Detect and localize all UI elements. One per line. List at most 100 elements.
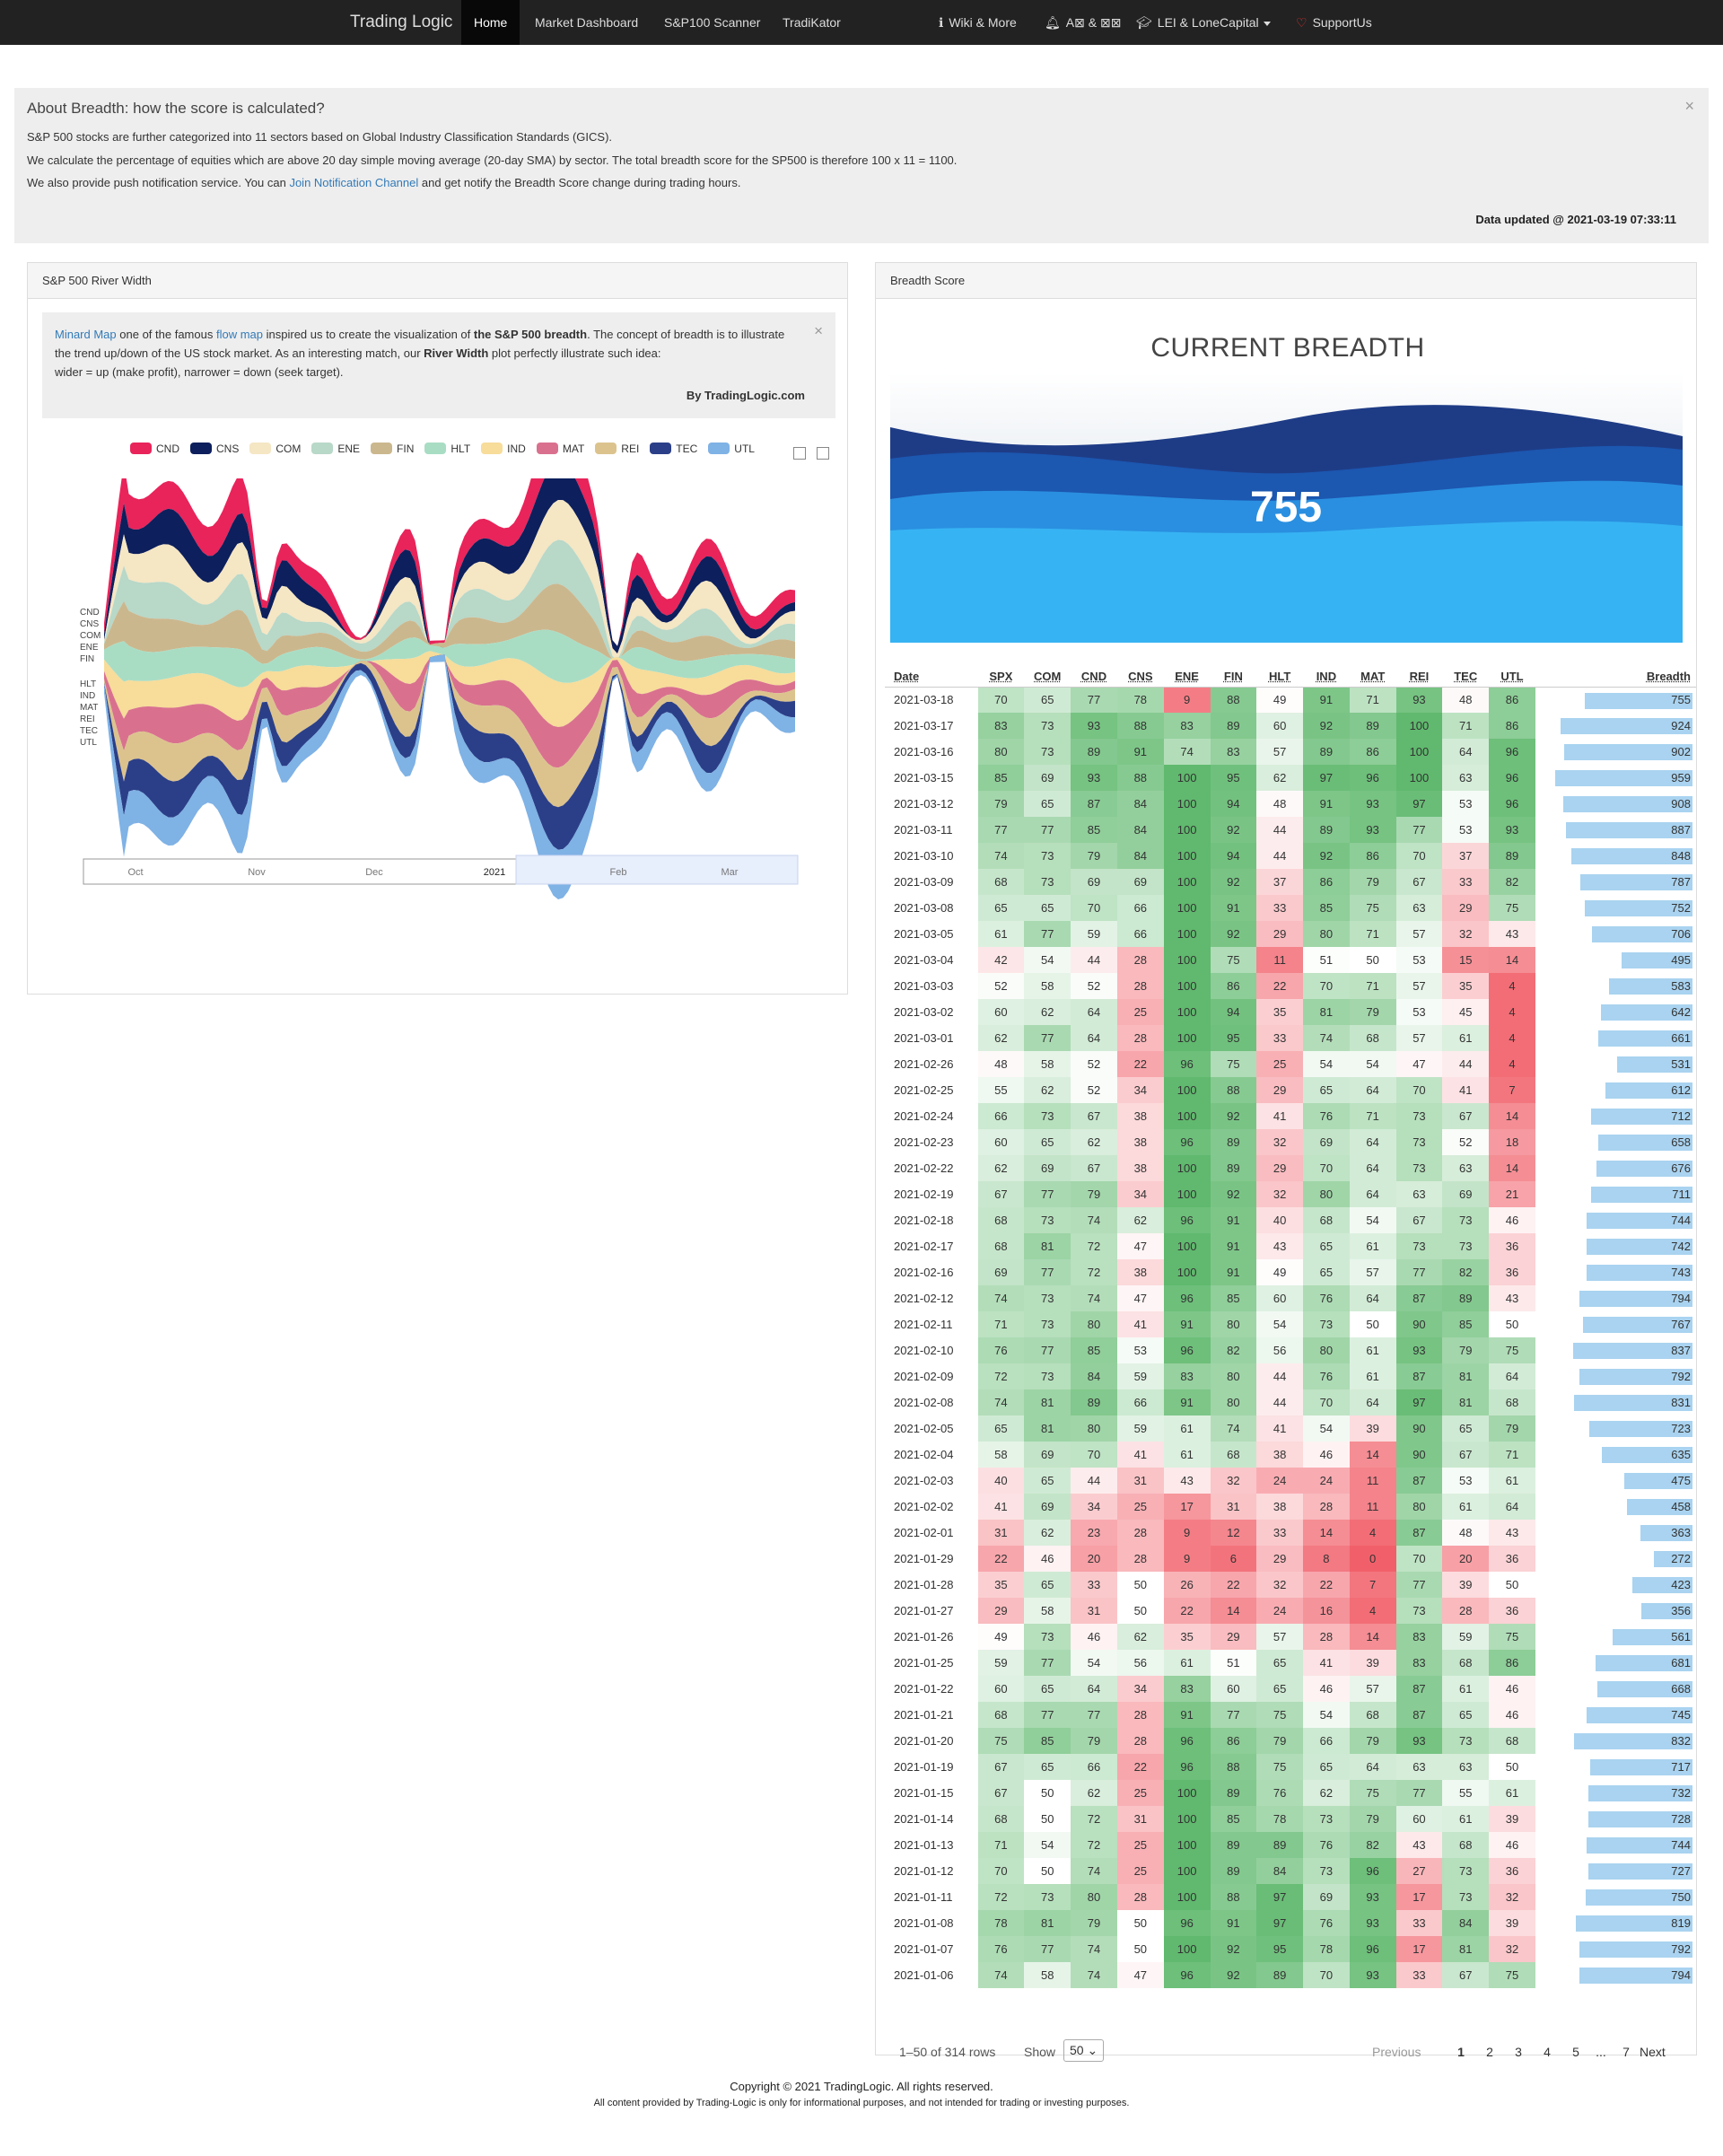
cell-cnd: 80 bbox=[1071, 1311, 1117, 1337]
cell-cns: 50 bbox=[1116, 1598, 1164, 1624]
column-header-rei[interactable]: REI bbox=[1395, 667, 1443, 688]
river-side-label: COM bbox=[80, 631, 101, 641]
legend-item-utl[interactable]: UTL bbox=[708, 443, 755, 455]
restore-icon[interactable] bbox=[793, 447, 806, 460]
minard-map-link[interactable]: Minard Map bbox=[55, 328, 117, 341]
cell-ene: 100 bbox=[1163, 869, 1211, 895]
cell-mat: 79 bbox=[1349, 1806, 1396, 1832]
column-header-cns[interactable]: CNS bbox=[1116, 667, 1164, 688]
pager-page[interactable]: 7 bbox=[1612, 2045, 1640, 2059]
column-header-hlt[interactable]: HLT bbox=[1256, 667, 1304, 688]
column-header-spx[interactable]: SPX bbox=[977, 667, 1025, 688]
legend-item-fin[interactable]: FIN bbox=[371, 443, 414, 455]
legend-item-rei[interactable]: REI bbox=[595, 443, 639, 455]
cell-fin: 14 bbox=[1210, 1598, 1257, 1624]
cell-spx: 70 bbox=[977, 1858, 1025, 1884]
cell-hlt: 79 bbox=[1256, 1728, 1304, 1754]
minard-close-icon[interactable]: × bbox=[814, 321, 823, 340]
cell-com: 65 bbox=[1024, 895, 1071, 921]
join-notification-link[interactable]: Join Notification Channel bbox=[289, 176, 418, 189]
cell-ind: 70 bbox=[1303, 1389, 1350, 1415]
breadth-value: 727 bbox=[1671, 1864, 1691, 1878]
nav-alerts[interactable]: 🔔︎ A⊠ & ⊠⊠ bbox=[1032, 0, 1133, 45]
cell-utl: 75 bbox=[1489, 1624, 1535, 1650]
per-page-select[interactable]: 50 ⌄ bbox=[1063, 2039, 1105, 2062]
breadth-value: 658 bbox=[1671, 1135, 1691, 1149]
cell-rei: 93 bbox=[1395, 1337, 1443, 1363]
column-header-fin[interactable]: FIN bbox=[1210, 667, 1257, 688]
legend-item-cnd[interactable]: CND bbox=[130, 443, 179, 455]
column-header-date[interactable]: Date bbox=[885, 667, 978, 688]
cell-rei: 90 bbox=[1395, 1415, 1443, 1442]
cell-com: 58 bbox=[1024, 1962, 1071, 1988]
cell-breadth: 743 bbox=[1535, 1259, 1696, 1285]
pager-page[interactable]: 5 bbox=[1561, 2045, 1590, 2059]
column-header-ind[interactable]: IND bbox=[1303, 667, 1350, 688]
pager-previous[interactable]: Previous bbox=[1372, 2045, 1421, 2059]
pager-page[interactable]: 4 bbox=[1533, 2045, 1561, 2059]
legend-item-hlt[interactable]: HLT bbox=[424, 443, 470, 455]
cell-rei: 67 bbox=[1395, 869, 1443, 895]
column-header-mat[interactable]: MAT bbox=[1349, 667, 1396, 688]
legend-item-ene[interactable]: ENE bbox=[311, 443, 360, 455]
brand-logo[interactable]: Trading Logic bbox=[350, 0, 452, 45]
cell-breadth: 902 bbox=[1535, 739, 1696, 765]
flow-map-link[interactable]: flow map bbox=[216, 328, 263, 341]
pager-page[interactable]: 2 bbox=[1475, 2045, 1504, 2059]
cell-tec: 44 bbox=[1442, 1051, 1490, 1077]
legend-swatch bbox=[311, 443, 334, 454]
cell-mat: 64 bbox=[1349, 1181, 1396, 1207]
cell-rei: 100 bbox=[1395, 765, 1443, 791]
cell-hlt: 65 bbox=[1256, 1676, 1304, 1702]
cell-mat: 39 bbox=[1349, 1650, 1396, 1676]
column-header-utl[interactable]: UTL bbox=[1489, 667, 1535, 688]
breadth-value: 787 bbox=[1671, 875, 1691, 889]
nav-support[interactable]: ♡ SupportUs bbox=[1283, 0, 1385, 45]
cell-fin: 88 bbox=[1210, 1754, 1257, 1780]
column-header-tec[interactable]: TEC bbox=[1442, 667, 1490, 688]
cell-spx: 66 bbox=[977, 1103, 1025, 1129]
column-header-ene[interactable]: ENE bbox=[1163, 667, 1211, 688]
range-slider-selection[interactable] bbox=[515, 855, 799, 885]
cell-com: 65 bbox=[1024, 791, 1071, 817]
cell-breadth: 794 bbox=[1535, 1285, 1696, 1311]
cell-hlt: 44 bbox=[1256, 1389, 1304, 1415]
column-header-com[interactable]: COM bbox=[1024, 667, 1071, 688]
nav-lei[interactable]: 🎓︎ LEI & LoneCapital bbox=[1124, 0, 1283, 45]
cell-cns: 34 bbox=[1116, 1676, 1164, 1702]
cell-tec: 63 bbox=[1442, 1155, 1490, 1181]
nav-home[interactable]: Home bbox=[461, 0, 520, 45]
pager-page[interactable]: ... bbox=[1590, 2045, 1612, 2059]
pager-next[interactable]: Next bbox=[1640, 2045, 1666, 2059]
cell-rei: 73 bbox=[1395, 1155, 1443, 1181]
legend-item-tec[interactable]: TEC bbox=[650, 443, 697, 455]
pager-page[interactable]: 3 bbox=[1504, 2045, 1533, 2059]
cell-tec: 68 bbox=[1442, 1650, 1490, 1676]
nav-lei-label: LEI & LoneCapital bbox=[1157, 15, 1259, 30]
nav-tradikator[interactable]: TradiKator bbox=[770, 0, 853, 45]
river-side-label: CND bbox=[80, 608, 100, 618]
close-icon[interactable]: × bbox=[1684, 97, 1694, 116]
nav-sp100-scanner[interactable]: S&P100 Scanner bbox=[652, 0, 773, 45]
legend-item-cns[interactable]: CNS bbox=[190, 443, 239, 455]
cell-date: 2021-03-05 bbox=[894, 927, 954, 941]
cell-cnd: 44 bbox=[1071, 1468, 1117, 1494]
legend-item-com[interactable]: COM bbox=[249, 443, 301, 455]
cell-fin: 32 bbox=[1210, 1468, 1257, 1494]
cell-ene: 91 bbox=[1163, 1702, 1211, 1728]
cell-mat: 64 bbox=[1349, 1754, 1396, 1780]
cell-rei: 73 bbox=[1395, 1103, 1443, 1129]
legend-item-ind[interactable]: IND bbox=[481, 443, 526, 455]
cell-utl: 7 bbox=[1489, 1077, 1535, 1103]
pager-page[interactable]: 1 bbox=[1447, 2045, 1475, 2059]
save-image-icon[interactable] bbox=[817, 447, 829, 460]
cell-rei: 83 bbox=[1395, 1624, 1443, 1650]
table-row: 2021-01-19 67 65 66 22 96 88 75 65 64 63 63 50 717 bbox=[885, 1754, 1696, 1780]
nav-wiki[interactable]: ℹ Wiki & More bbox=[926, 0, 1029, 45]
cell-mat: 71 bbox=[1349, 1103, 1396, 1129]
column-header-breadth[interactable]: Breadth bbox=[1535, 667, 1696, 688]
nav-market-dashboard[interactable]: Market Dashboard bbox=[522, 0, 651, 45]
legend-item-mat[interactable]: MAT bbox=[536, 443, 584, 455]
pager-show-label: Show bbox=[1024, 2045, 1056, 2059]
column-header-cnd[interactable]: CND bbox=[1071, 667, 1117, 688]
